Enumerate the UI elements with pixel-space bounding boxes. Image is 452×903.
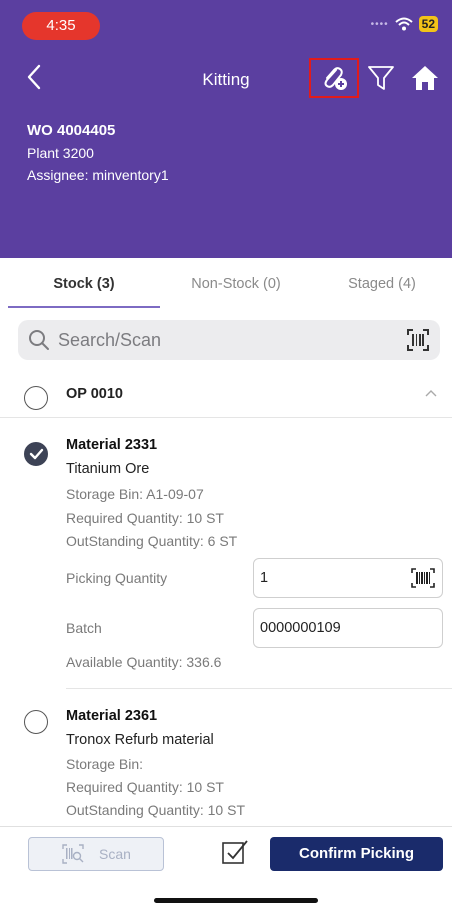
required-quantity: Required Quantity: 10 ST — [66, 779, 224, 795]
batch-value: 0000000109 — [260, 620, 341, 636]
required-quantity: Required Quantity: 10 ST — [66, 510, 224, 526]
bottom-action-bar: Scan Confirm Picking — [0, 826, 452, 874]
operation-select-radio[interactable] — [24, 386, 48, 410]
plant-label: Plant 3200 — [27, 145, 94, 161]
storage-bin: Storage Bin: — [66, 756, 144, 772]
material-description: Titanium Ore — [66, 461, 150, 477]
material-title: Material 2331 — [66, 437, 158, 453]
barcode-search-icon — [62, 844, 84, 864]
select-all-button[interactable] — [220, 837, 250, 867]
search-input[interactable]: Search/Scan — [58, 330, 161, 351]
confirm-picking-button[interactable]: Confirm Picking — [270, 837, 443, 871]
chevron-up-icon[interactable] — [424, 388, 438, 398]
active-tab-indicator — [8, 306, 160, 308]
assignee-label: Assignee: minventory1 — [27, 167, 169, 183]
work-order-info: WO 4004405 Plant 3200 Assignee: minvento… — [27, 120, 169, 186]
paperclip-add-icon — [324, 67, 347, 90]
outstanding-quantity: OutStanding Quantity: 6 ST — [66, 533, 238, 549]
status-bar: 4:35 •••• 52 — [0, 8, 452, 42]
qr-scan-icon[interactable] — [406, 328, 430, 352]
wifi-icon — [394, 17, 413, 31]
app-header: 4:35 •••• 52 Kitting WO 4004405 Plant 32… — [0, 0, 452, 258]
signal-icon: •••• — [370, 18, 389, 30]
operation-header[interactable]: OP 0010 — [0, 372, 452, 418]
filter-button[interactable] — [366, 64, 396, 94]
home-indicator — [154, 898, 318, 903]
material-title: Material 2361 — [66, 708, 158, 724]
batch-label: Batch — [66, 620, 102, 636]
status-time: 4:35 — [22, 12, 100, 40]
storage-bin: Storage Bin: A1-09-07 — [66, 486, 204, 502]
picking-quantity-input[interactable]: 1 — [253, 558, 443, 598]
filter-icon — [368, 66, 394, 90]
home-icon — [412, 66, 438, 90]
search-icon — [29, 330, 49, 350]
material-select-checkbox[interactable] — [24, 442, 48, 466]
home-button[interactable] — [410, 64, 440, 94]
operation-label: OP 0010 — [66, 386, 123, 402]
material-item: Material 2361 Tronox Refurb material Sto… — [0, 690, 452, 826]
checkbox-icon — [222, 840, 248, 864]
status-icons: •••• 52 — [371, 16, 438, 32]
scan-button-label: Scan — [99, 846, 131, 862]
tab-staged[interactable]: Staged (4) — [312, 276, 452, 292]
nav-bar: Kitting — [0, 58, 452, 102]
attach-button[interactable] — [309, 58, 359, 98]
material-item: Material 2331 Titanium Ore Storage Bin: … — [0, 420, 452, 689]
checkmark-icon — [29, 448, 44, 460]
barcode-scan-icon[interactable] — [410, 567, 436, 589]
material-description: Tronox Refurb material — [66, 732, 214, 748]
material-select-checkbox[interactable] — [24, 710, 48, 734]
available-quantity: Available Quantity: 336.6 — [66, 654, 222, 670]
work-order-number: WO 4004405 — [27, 122, 116, 139]
search-bar[interactable]: Search/Scan — [18, 320, 440, 360]
picking-quantity-value: 1 — [260, 570, 269, 586]
tab-non-stock[interactable]: Non-Stock (0) — [160, 276, 312, 292]
item-divider — [66, 688, 452, 689]
scan-button[interactable]: Scan — [28, 837, 164, 871]
picking-quantity-label: Picking Quantity — [66, 570, 168, 586]
battery-icon: 52 — [418, 16, 438, 32]
tab-bar: Stock (3) Non-Stock (0) Staged (4) — [0, 266, 452, 310]
tab-stock[interactable]: Stock (3) — [8, 276, 160, 292]
outstanding-quantity: OutStanding Quantity: 10 ST — [66, 802, 245, 818]
batch-input[interactable]: 0000000109 — [253, 608, 443, 648]
